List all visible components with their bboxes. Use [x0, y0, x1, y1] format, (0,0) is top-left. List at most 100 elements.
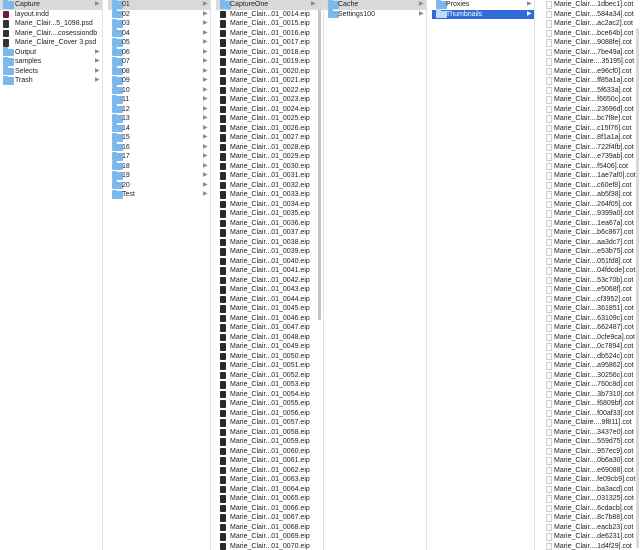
file-row[interactable]: Marie_Clair....ab5f38].cot — [542, 190, 640, 200]
file-row[interactable]: Marie_Clair...01_0059.eip — [216, 437, 323, 447]
file-row[interactable]: Marie_Clair...01_0056.eip — [216, 409, 323, 419]
folder-row[interactable]: 13 ▶ — [108, 113, 210, 124]
file-row[interactable]: Marie_Clair....051fd8].cot — [542, 257, 640, 267]
file-row[interactable]: Marie_Clair....1ae7af0].cot — [542, 171, 640, 181]
file-row[interactable]: Marie_Clair...01_0024.eip — [216, 105, 323, 115]
file-row[interactable]: Marie_Clair...01_0031.eip — [216, 171, 323, 181]
file-row[interactable]: Marie_Clair....f5406].cot — [542, 162, 640, 172]
file-row[interactable]: Marie_Clair....7be49a].cot — [542, 48, 640, 58]
file-row[interactable]: Marie_Claire_Cover 3.psd — [0, 38, 102, 48]
folder-row[interactable]: 16 ▶ — [108, 142, 210, 153]
file-row[interactable]: Marie_Clair....ba3acd].cot — [542, 485, 640, 495]
file-row[interactable]: Marie_Clair...01_0057.eip — [216, 418, 323, 428]
file-row[interactable]: Marie_Clair....8c7b88].cot — [542, 513, 640, 523]
folder-row[interactable]: Capture ▶ — [0, 0, 102, 10]
file-row[interactable]: Marie_Clair...01_0036.eip — [216, 219, 323, 229]
file-row[interactable]: Marie_Clair....361851].cot — [542, 304, 640, 314]
file-row[interactable]: Marie_Clair...01_0049.eip — [216, 342, 323, 352]
file-row[interactable]: Marie_Clair....e53b75].cot — [542, 247, 640, 257]
file-row[interactable]: Marie_Clair....cosessiondb — [0, 29, 102, 39]
file-row[interactable]: Marie_Clair...01_0037.eip — [216, 228, 323, 238]
file-row[interactable]: Marie_Clair...01_0020.eip — [216, 67, 323, 77]
file-row[interactable]: Marie_Clair....760c8d].cot — [542, 380, 640, 390]
file-row[interactable]: Marie_Clair....b6c867].cot — [542, 228, 640, 238]
file-row[interactable]: Marie_Clair....c15f76].cot — [542, 124, 640, 134]
column-folder-01[interactable]: CaptureOne ▶ Marie_Clair...01_0014.eip Mari… — [216, 0, 324, 550]
file-row[interactable]: Marie_Clair....ff85a1a].cot — [542, 76, 640, 86]
file-row[interactable]: Marie_Clair....1ea67a].cot — [542, 219, 640, 229]
file-row[interactable]: Marie_Clair...01_0038.eip — [216, 238, 323, 248]
file-row[interactable]: Marie_Clair...01_0022.eip — [216, 86, 323, 96]
file-row[interactable]: Marie_Clair...01_0042.eip — [216, 276, 323, 286]
file-row[interactable]: Marie_Clair....04fdcde].cot — [542, 266, 640, 276]
file-row[interactable]: Marie_Clair....9399a0].cot — [542, 209, 640, 219]
file-row[interactable]: Marie_Clair...01_0069.eip — [216, 532, 323, 542]
file-row[interactable]: Marie_Clair....53c70b].cot — [542, 276, 640, 286]
file-row[interactable]: Marie_Clair....0c7894].cot — [542, 342, 640, 352]
file-row[interactable]: Marie_Clair....c60ef8].cot — [542, 181, 640, 191]
folder-row[interactable]: Cache ▶ — [324, 0, 426, 10]
file-row[interactable]: Marie_Clair...01_0030.eip — [216, 162, 323, 172]
folder-row[interactable]: samples ▶ — [0, 56, 102, 67]
file-row[interactable]: Marie_Clair....957ec9].cot — [542, 447, 640, 457]
folder-row[interactable]: 07 ▶ — [108, 56, 210, 67]
folder-row[interactable]: 14 ▶ — [108, 123, 210, 134]
file-row[interactable]: Marie_Clair...01_0070.eip — [216, 542, 323, 550]
file-row[interactable]: Marie_Clair....722f4fb].cot — [542, 143, 640, 153]
file-row[interactable]: Marie_Clair...01_0054.eip — [216, 390, 323, 400]
file-row[interactable]: Marie_Clair....559d75].cot — [542, 437, 640, 447]
file-row[interactable]: Marie_Clair...01_0016.eip — [216, 29, 323, 39]
file-row[interactable]: Marie_Clair....0cfe9ca].cot — [542, 333, 640, 343]
file-row[interactable]: Marie_Clair...01_0040.eip — [216, 257, 323, 267]
file-row[interactable]: Marie_Clair...01_0025.eip — [216, 114, 323, 124]
file-row[interactable]: Marie_Clair...01_0067.eip — [216, 513, 323, 523]
file-row[interactable]: Marie_Clair...01_0035.eip — [216, 209, 323, 219]
file-row[interactable]: Marie_Clair...01_0017.eip — [216, 38, 323, 48]
file-row[interactable]: Marie_Clair....3b7310].cot — [542, 390, 640, 400]
file-row[interactable]: Marie_Clair...01_0015.eip — [216, 19, 323, 29]
column-captureone[interactable]: Cache ▶ Settings100 ▶ — [324, 0, 427, 550]
folder-row[interactable]: Settings100 ▶ — [324, 9, 426, 20]
folder-row[interactable]: 11 ▶ — [108, 94, 210, 105]
file-row[interactable]: Marie_Clair...01_0052.eip — [216, 371, 323, 381]
file-row[interactable]: Marie_Clair....264f05].cot — [542, 200, 640, 210]
file-row[interactable]: Marie_Clair....e69088].cot — [542, 466, 640, 476]
file-row[interactable]: Marie_Clair...01_0045.eip — [216, 304, 323, 314]
file-row[interactable]: Marie_Clair....bc7f8e].cot — [542, 114, 640, 124]
column-thumbnails[interactable]: Marie_Clair....1dbec1].cot Marie_Clair...… — [542, 0, 640, 550]
file-row[interactable]: Marie_Clair....bce64b].cot — [542, 29, 640, 39]
file-row[interactable]: Marie_Clair...01_0023.eip — [216, 95, 323, 105]
file-row[interactable]: Marie_Clair...01_0055.eip — [216, 399, 323, 409]
file-row[interactable]: Marie_Clair...01_0066.eip — [216, 504, 323, 514]
file-row[interactable]: Marie_Clair...01_0068.eip — [216, 523, 323, 533]
folder-row[interactable]: 15 ▶ — [108, 132, 210, 143]
folder-row[interactable]: 17 ▶ — [108, 151, 210, 162]
file-row[interactable]: Marie_Clair...01_0021.eip — [216, 76, 323, 86]
folder-row[interactable]: 10 ▶ — [108, 85, 210, 96]
file-row[interactable]: Marie_Clair...01_0014.eip — [216, 10, 323, 20]
file-row[interactable]: Marie_Clair...01_0034.eip — [216, 200, 323, 210]
file-row[interactable]: Marie_Clair....f00af33].cot — [542, 409, 640, 419]
file-row[interactable]: Marie_Clair...01_0026.eip — [216, 124, 323, 134]
file-row[interactable]: Marie_Clair....eacb23].cot — [542, 523, 640, 533]
file-row[interactable]: Marie_Clair...01_0065.eip — [216, 494, 323, 504]
folder-row[interactable]: CaptureOne ▶ — [216, 0, 323, 10]
file-row[interactable]: Marie_Clair....fe09cb9].cot — [542, 475, 640, 485]
file-row[interactable]: Marie_Clair....3437e0].cot — [542, 428, 640, 438]
file-row[interactable]: Marie_Clair....f6650c].cot — [542, 95, 640, 105]
column-root[interactable]: Capture ▶ layout.indd Marie_Clair...5_1098.… — [0, 0, 103, 550]
file-row[interactable]: Marie_Clair...01_0032.eip — [216, 181, 323, 191]
folder-row[interactable]: 03 ▶ — [108, 18, 210, 29]
file-row[interactable]: Marie_Clair....1dbec1].cot — [542, 0, 640, 10]
file-row[interactable]: Marie_Clair...01_0061.eip — [216, 456, 323, 466]
file-row[interactable]: Marie_Clair....23696d].cot — [542, 105, 640, 115]
file-row[interactable]: Marie_Clair....584a34].cot — [542, 10, 640, 20]
file-row[interactable]: Marie_Clair...01_0053.eip — [216, 380, 323, 390]
file-row[interactable]: Marie_Clair...01_0019.eip — [216, 57, 323, 67]
folder-row[interactable]: 08 ▶ — [108, 66, 210, 77]
file-row[interactable]: Marie_Clair....6cdacb].cot — [542, 504, 640, 514]
file-row[interactable]: Marie_Clair...01_0043.eip — [216, 285, 323, 295]
folder-row[interactable]: 06 ▶ — [108, 47, 210, 58]
folder-row[interactable]: 01 ▶ — [108, 0, 210, 10]
file-row[interactable]: Marie_Clair...01_0046.eip — [216, 314, 323, 324]
